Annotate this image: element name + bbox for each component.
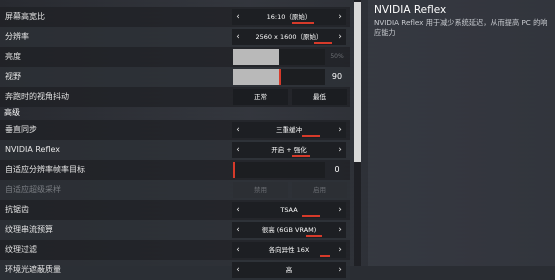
option-indicator	[302, 135, 320, 137]
aspect-ratio-value: 16:10（原始）	[266, 13, 312, 21]
chevron-right-icon[interactable]: ›	[334, 222, 346, 238]
vsync-value: 三重缓冲	[276, 126, 302, 134]
supersample-disabled-button[interactable]: 禁用	[233, 182, 288, 198]
chevron-right-icon[interactable]: ›	[334, 242, 346, 258]
chevron-left-icon[interactable]: ‹	[232, 202, 244, 218]
aspect-ratio-selector[interactable]: ‹ 16:10（原始） ›	[232, 9, 346, 25]
chevron-right-icon[interactable]: ›	[334, 29, 346, 45]
slider-handle[interactable]	[279, 69, 281, 85]
fov-label: 视野	[5, 72, 21, 81]
setting-row-resolution: 分辨率 ‹ 2560 x 1600（原始） ›	[0, 27, 350, 47]
chevron-left-icon[interactable]: ‹	[232, 9, 244, 25]
info-title: NVIDIA Reflex	[374, 4, 447, 16]
setting-row-ambient-occlusion: 环境光遮蔽质量 ‹ 高 ›	[0, 260, 350, 280]
setting-row-sprint-shake: 奔跑时的视角抖动 正常 最低	[0, 87, 350, 107]
settings-scrollbar[interactable]	[354, 0, 361, 266]
ambient-occlusion-selector[interactable]: ‹ 高 ›	[232, 262, 346, 278]
chevron-left-icon[interactable]: ‹	[232, 222, 244, 238]
option-indicator	[292, 155, 310, 157]
chevron-left-icon[interactable]: ‹	[232, 29, 244, 45]
adaptive-target-slider[interactable]	[233, 162, 325, 178]
texture-budget-label: 纹理串流预算	[5, 225, 53, 234]
brightness-label: 亮度	[5, 52, 21, 61]
setting-row-brightness: 亮度 50%	[0, 47, 350, 67]
option-indicator	[320, 255, 330, 257]
resolution-label: 分辨率	[5, 32, 29, 41]
supersample-enabled-button[interactable]: 启用	[292, 182, 347, 198]
brightness-slider[interactable]	[233, 49, 325, 65]
antialiasing-selector[interactable]: ‹ TSAA ›	[232, 202, 346, 218]
antialiasing-label: 抗锯齿	[5, 205, 29, 214]
texture-filter-label: 纹理过滤	[5, 245, 37, 254]
vsync-selector[interactable]: ‹ 三重缓冲 ›	[232, 122, 346, 138]
resolution-selector[interactable]: ‹ 2560 x 1600（原始） ›	[232, 29, 346, 45]
option-indicator	[302, 215, 320, 217]
chevron-right-icon[interactable]: ›	[334, 202, 346, 218]
texture-budget-selector[interactable]: ‹ 很高 (6GB VRAM) ›	[232, 222, 346, 238]
chevron-right-icon[interactable]: ›	[334, 142, 346, 158]
setting-row-aspect-ratio: 屏幕高宽比 ‹ 16:10（原始） ›	[0, 7, 350, 27]
slider-fill	[233, 69, 279, 85]
texture-filter-selector[interactable]: ‹ 各向异性 16X ›	[232, 242, 346, 258]
setting-row-fov: 视野 90	[0, 67, 350, 87]
video-settings-panel: 屏幕高宽比 ‹ 16:10（原始） › 分辨率 ‹ 2560 x 1600（原始…	[0, 0, 350, 280]
slider-handle[interactable]	[233, 162, 235, 178]
sprint-shake-label: 奔跑时的视角抖动	[5, 92, 69, 101]
setting-row-vsync: 垂直同步 ‹ 三重缓冲 ›	[0, 120, 350, 140]
info-panel: NVIDIA Reflex NVIDIA Reflex 用于减少系统延迟，从而提…	[368, 0, 555, 266]
chevron-left-icon[interactable]: ‹	[232, 262, 244, 278]
reflex-label: NVIDIA Reflex	[5, 145, 61, 154]
reflex-value: 开启 + 强化	[271, 146, 307, 154]
vsync-label: 垂直同步	[5, 125, 37, 134]
setting-row-adaptive-target: 自适应分辨率帧率目标 0	[0, 160, 350, 180]
adaptive-supersample-label: 自适应超级采样	[5, 185, 61, 194]
option-indicator	[314, 42, 332, 44]
chevron-left-icon[interactable]: ‹	[232, 122, 244, 138]
chevron-right-icon[interactable]: ›	[334, 262, 346, 278]
setting-row-adaptive-supersample: 自适应超级采样 禁用 启用	[0, 180, 350, 200]
fov-slider[interactable]	[233, 69, 325, 85]
setting-row-antialiasing: 抗锯齿 ‹ TSAA ›	[0, 200, 350, 220]
advanced-section-header: 高级	[4, 108, 20, 117]
antialiasing-value: TSAA	[280, 206, 298, 214]
chevron-right-icon[interactable]: ›	[334, 9, 346, 25]
option-indicator	[292, 22, 314, 24]
info-description: NVIDIA Reflex 用于减少系统延迟，从而提高 PC 的响应能力	[374, 18, 548, 37]
chevron-left-icon[interactable]: ‹	[232, 142, 244, 158]
setting-row-reflex: NVIDIA Reflex ‹ 开启 + 强化 ›	[0, 140, 350, 160]
brightness-value: 50%	[330, 53, 344, 60]
setting-row-texture-budget: 纹理串流预算 ‹ 很高 (6GB VRAM) ›	[0, 220, 350, 240]
chevron-left-icon[interactable]: ‹	[232, 242, 244, 258]
fov-value: 90	[331, 72, 343, 81]
chevron-right-icon[interactable]: ›	[334, 122, 346, 138]
ambient-occlusion-label: 环境光遮蔽质量	[5, 265, 61, 274]
ambient-occlusion-value: 高	[285, 266, 293, 274]
sprint-shake-normal-button[interactable]: 正常	[233, 89, 288, 105]
scrollbar-thumb[interactable]	[354, 2, 361, 162]
adaptive-target-value: 0	[334, 165, 340, 174]
sprint-shake-minimal-button[interactable]: 最低	[292, 89, 347, 105]
option-indicator	[306, 235, 322, 237]
reflex-selector[interactable]: ‹ 开启 + 强化 ›	[232, 142, 346, 158]
setting-row-texture-filter: 纹理过滤 ‹ 各向异性 16X ›	[0, 240, 350, 260]
slider-fill	[233, 49, 279, 65]
adaptive-target-label: 自适应分辨率帧率目标	[5, 165, 85, 174]
aspect-ratio-label: 屏幕高宽比	[5, 12, 45, 21]
